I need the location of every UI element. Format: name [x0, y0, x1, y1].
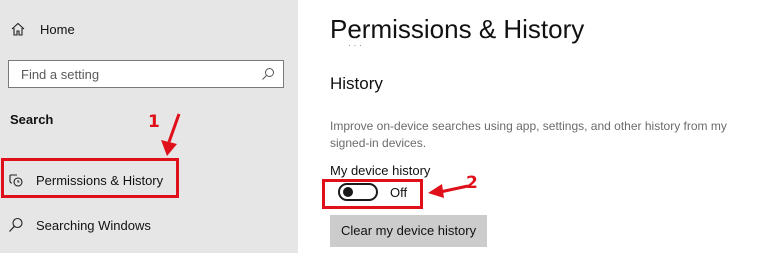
highlight-box-permissions	[1, 158, 179, 198]
highlight-box-toggle	[322, 179, 423, 209]
device-history-label: My device history	[330, 163, 431, 178]
sidebar-item-home[interactable]: Home	[10, 18, 75, 40]
search-icon[interactable]	[261, 67, 275, 81]
clear-device-history-button[interactable]: Clear my device history	[330, 215, 488, 247]
page-title: Permissions & History	[330, 14, 585, 44]
find-setting-search-box[interactable]	[8, 60, 284, 88]
section-title-search: Search	[10, 112, 54, 127]
annotation-number-2: 2	[466, 173, 478, 193]
search-input[interactable]	[9, 61, 261, 87]
sidebar: Home Search Permissions & History Search…	[0, 0, 298, 253]
annotation-arrow-2	[428, 184, 469, 198]
sidebar-item-searching-windows[interactable]: Searching Windows	[4, 208, 151, 242]
clipped-text: · · ·	[348, 40, 362, 50]
section-heading-history: History	[330, 74, 383, 93]
annotation-number-1: 1	[148, 112, 160, 132]
sidebar-item-label: Searching Windows	[36, 217, 151, 233]
home-icon	[11, 22, 25, 36]
search-icon	[9, 217, 23, 232]
main-content: Permissions & History · · · History Impr…	[322, 0, 768, 253]
history-description: Improve on-device searches using app, se…	[330, 119, 727, 150]
sidebar-item-label: Home	[40, 21, 75, 37]
